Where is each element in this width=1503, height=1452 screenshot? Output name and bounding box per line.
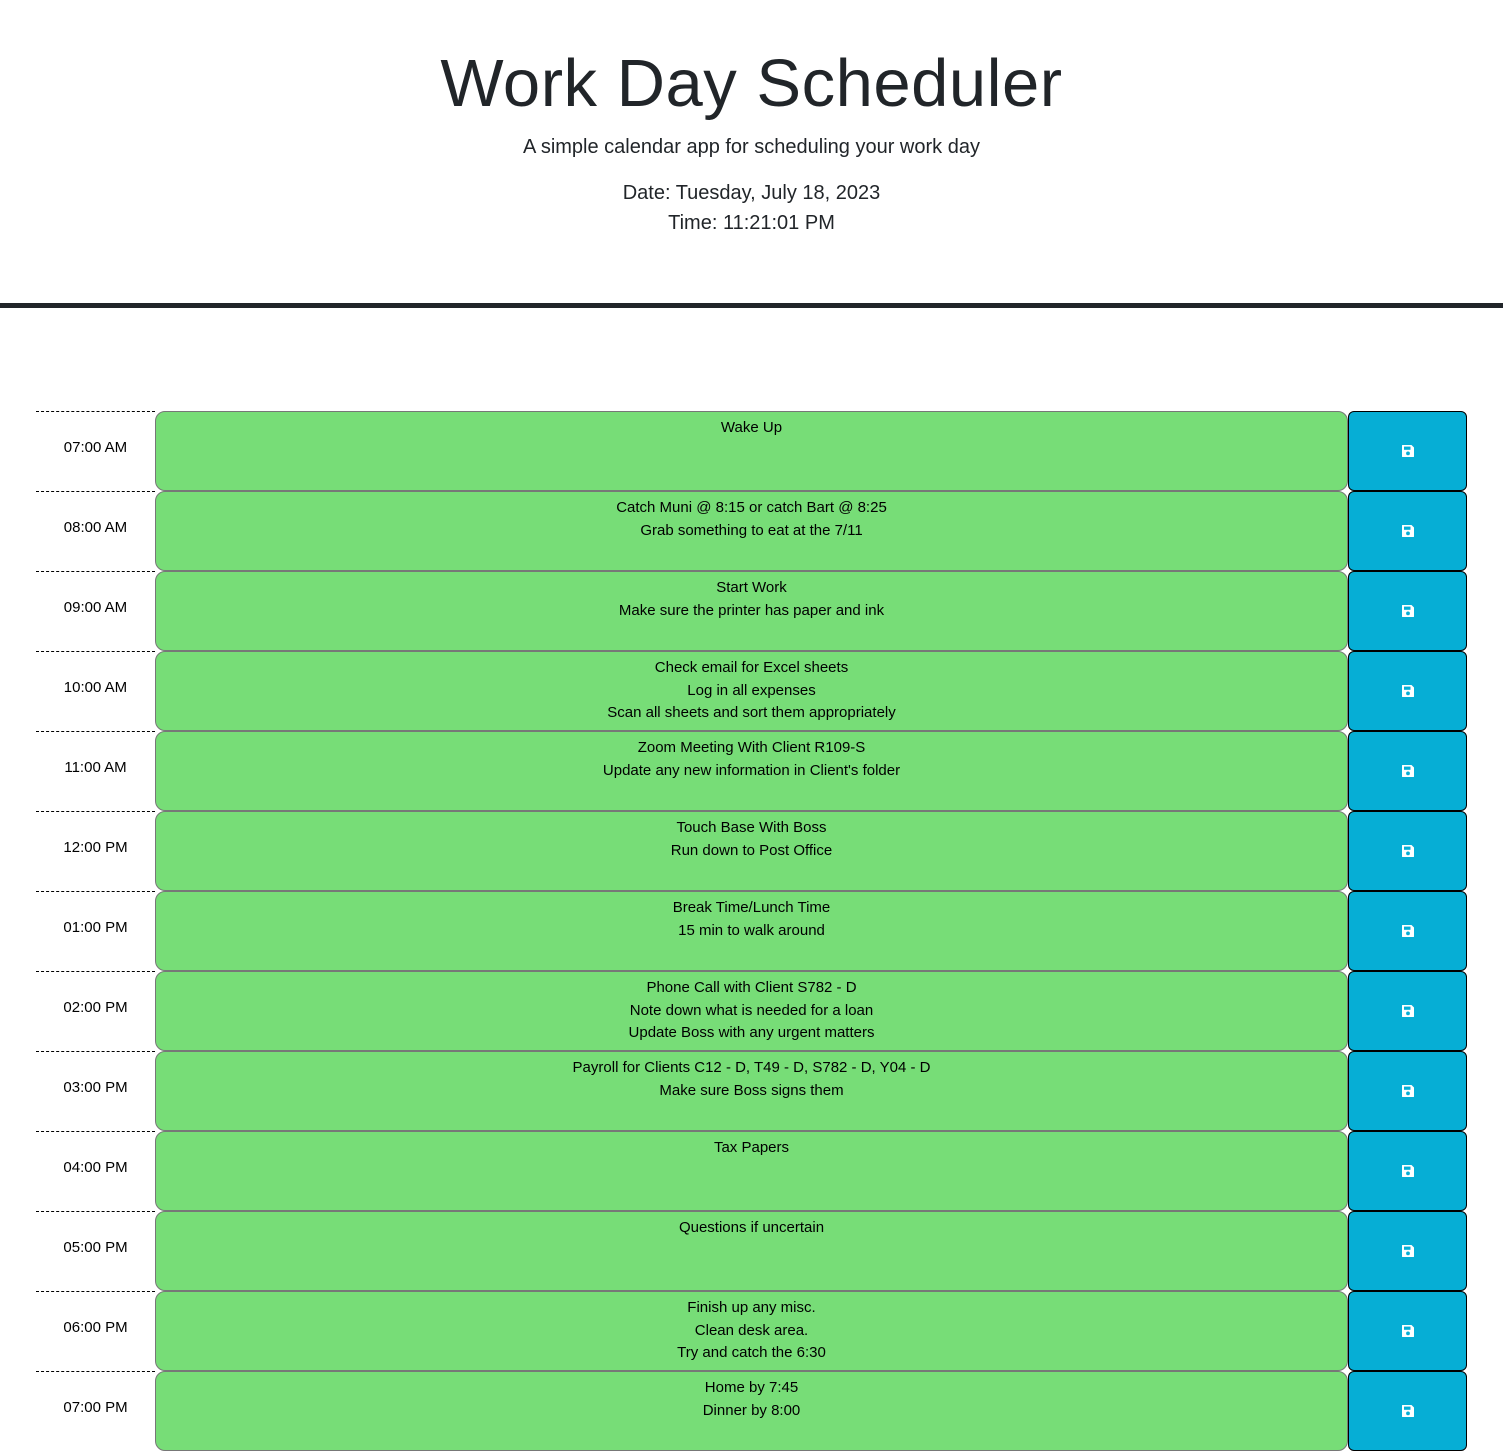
floppy-disk-icon <box>1401 525 1414 537</box>
event-description[interactable]: Break Time/Lunch Time 15 min to walk aro… <box>155 891 1348 971</box>
save-button[interactable] <box>1348 411 1467 491</box>
hour-label: 07:00 PM <box>36 1371 155 1451</box>
save-button[interactable] <box>1348 971 1467 1051</box>
time-block: 08:00 AM Catch Muni @ 8:15 or catch Bart … <box>36 491 1467 571</box>
time-block: 05:00 PM Questions if uncertain <box>36 1211 1467 1291</box>
save-button[interactable] <box>1348 1131 1467 1211</box>
floppy-disk-icon <box>1401 605 1414 617</box>
hour-label: 04:00 PM <box>36 1131 155 1211</box>
floppy-disk-icon <box>1401 1085 1414 1097</box>
event-description[interactable]: Catch Muni @ 8:15 or catch Bart @ 8:25 G… <box>155 491 1348 571</box>
event-description[interactable]: Home by 7:45 Dinner by 8:00 <box>155 1371 1348 1451</box>
save-button[interactable] <box>1348 571 1467 651</box>
time-block: 09:00 AM Start Work Make sure the printer… <box>36 571 1467 651</box>
time-block: 11:00 AM Zoom Meeting With Client R109-S … <box>36 731 1467 811</box>
page-title: Work Day Scheduler <box>440 46 1063 121</box>
hour-label: 02:00 PM <box>36 971 155 1051</box>
floppy-disk-icon <box>1401 765 1414 777</box>
hour-label: 08:00 AM <box>36 491 155 571</box>
floppy-disk-icon <box>1401 1005 1414 1017</box>
floppy-disk-icon <box>1401 1405 1414 1417</box>
time-block: 12:00 PM Touch Base With Boss Run down to… <box>36 811 1467 891</box>
event-description[interactable]: Phone Call with Client S782 - D Note dow… <box>155 971 1348 1051</box>
floppy-disk-icon <box>1401 925 1414 937</box>
floppy-disk-icon <box>1401 845 1414 857</box>
event-description[interactable]: Start Work Make sure the printer has pap… <box>155 571 1348 651</box>
hour-label: 01:00 PM <box>36 891 155 971</box>
floppy-disk-icon <box>1401 1165 1414 1177</box>
time-block: 07:00 PM Home by 7:45 Dinner by 8:00 <box>36 1371 1467 1451</box>
floppy-disk-icon <box>1401 1325 1414 1337</box>
time-block: 01:00 PM Break Time/Lunch Time 15 min to … <box>36 891 1467 971</box>
save-button[interactable] <box>1348 891 1467 971</box>
schedule-container: 07:00 AM Wake Up 08:00 AM Catch Muni @ 8:15… <box>36 411 1467 1451</box>
hour-label: 10:00 AM <box>36 651 155 731</box>
current-date: Date: Tuesday, July 18, 2023 <box>622 182 881 204</box>
floppy-disk-icon <box>1401 445 1414 457</box>
hour-label: 05:00 PM <box>36 1211 155 1291</box>
page-header: Work Day Scheduler A simple calendar app… <box>0 0 1503 308</box>
hour-label: 12:00 PM <box>36 811 155 891</box>
event-description[interactable]: Touch Base With Boss Run down to Post Of… <box>155 811 1348 891</box>
time-block: 06:00 PM Finish up any misc. Clean desk a… <box>36 1291 1467 1371</box>
event-description[interactable]: Check email for Excel sheets Log in all … <box>155 651 1348 731</box>
time-block: 04:00 PM Tax Papers <box>36 1131 1467 1211</box>
save-button[interactable] <box>1348 811 1467 891</box>
event-description[interactable]: Zoom Meeting With Client R109-S Update a… <box>155 731 1348 811</box>
time-block: 07:00 AM Wake Up <box>36 411 1467 491</box>
event-description[interactable]: Payroll for Clients C12 - D, T49 - D, S7… <box>155 1051 1348 1131</box>
floppy-disk-icon <box>1401 1245 1414 1257</box>
event-description[interactable]: Tax Papers <box>155 1131 1348 1211</box>
time-block: 02:00 PM Phone Call with Client S782 - D … <box>36 971 1467 1051</box>
time-block: 10:00 AM Check email for Excel sheets Log… <box>36 651 1467 731</box>
hour-label: 09:00 AM <box>36 571 155 651</box>
save-button[interactable] <box>1348 1371 1467 1451</box>
hour-label: 07:00 AM <box>36 411 155 491</box>
save-button[interactable] <box>1348 1291 1467 1371</box>
event-description[interactable]: Finish up any misc. Clean desk area. Try… <box>155 1291 1348 1371</box>
floppy-disk-icon <box>1401 685 1414 697</box>
page-subtitle: A simple calendar app for scheduling you… <box>523 136 980 158</box>
hour-label: 06:00 PM <box>36 1291 155 1371</box>
hour-label: 03:00 PM <box>36 1051 155 1131</box>
event-description[interactable]: Questions if uncertain <box>155 1211 1348 1291</box>
current-time: Time: 11:21:01 PM <box>668 212 835 234</box>
event-description[interactable]: Wake Up <box>155 411 1348 491</box>
save-button[interactable] <box>1348 651 1467 731</box>
time-block: 03:00 PM Payroll for Clients C12 - D, T49… <box>36 1051 1467 1131</box>
save-button[interactable] <box>1348 1051 1467 1131</box>
hour-label: 11:00 AM <box>36 731 155 811</box>
save-button[interactable] <box>1348 731 1467 811</box>
save-button[interactable] <box>1348 491 1467 571</box>
save-button[interactable] <box>1348 1211 1467 1291</box>
